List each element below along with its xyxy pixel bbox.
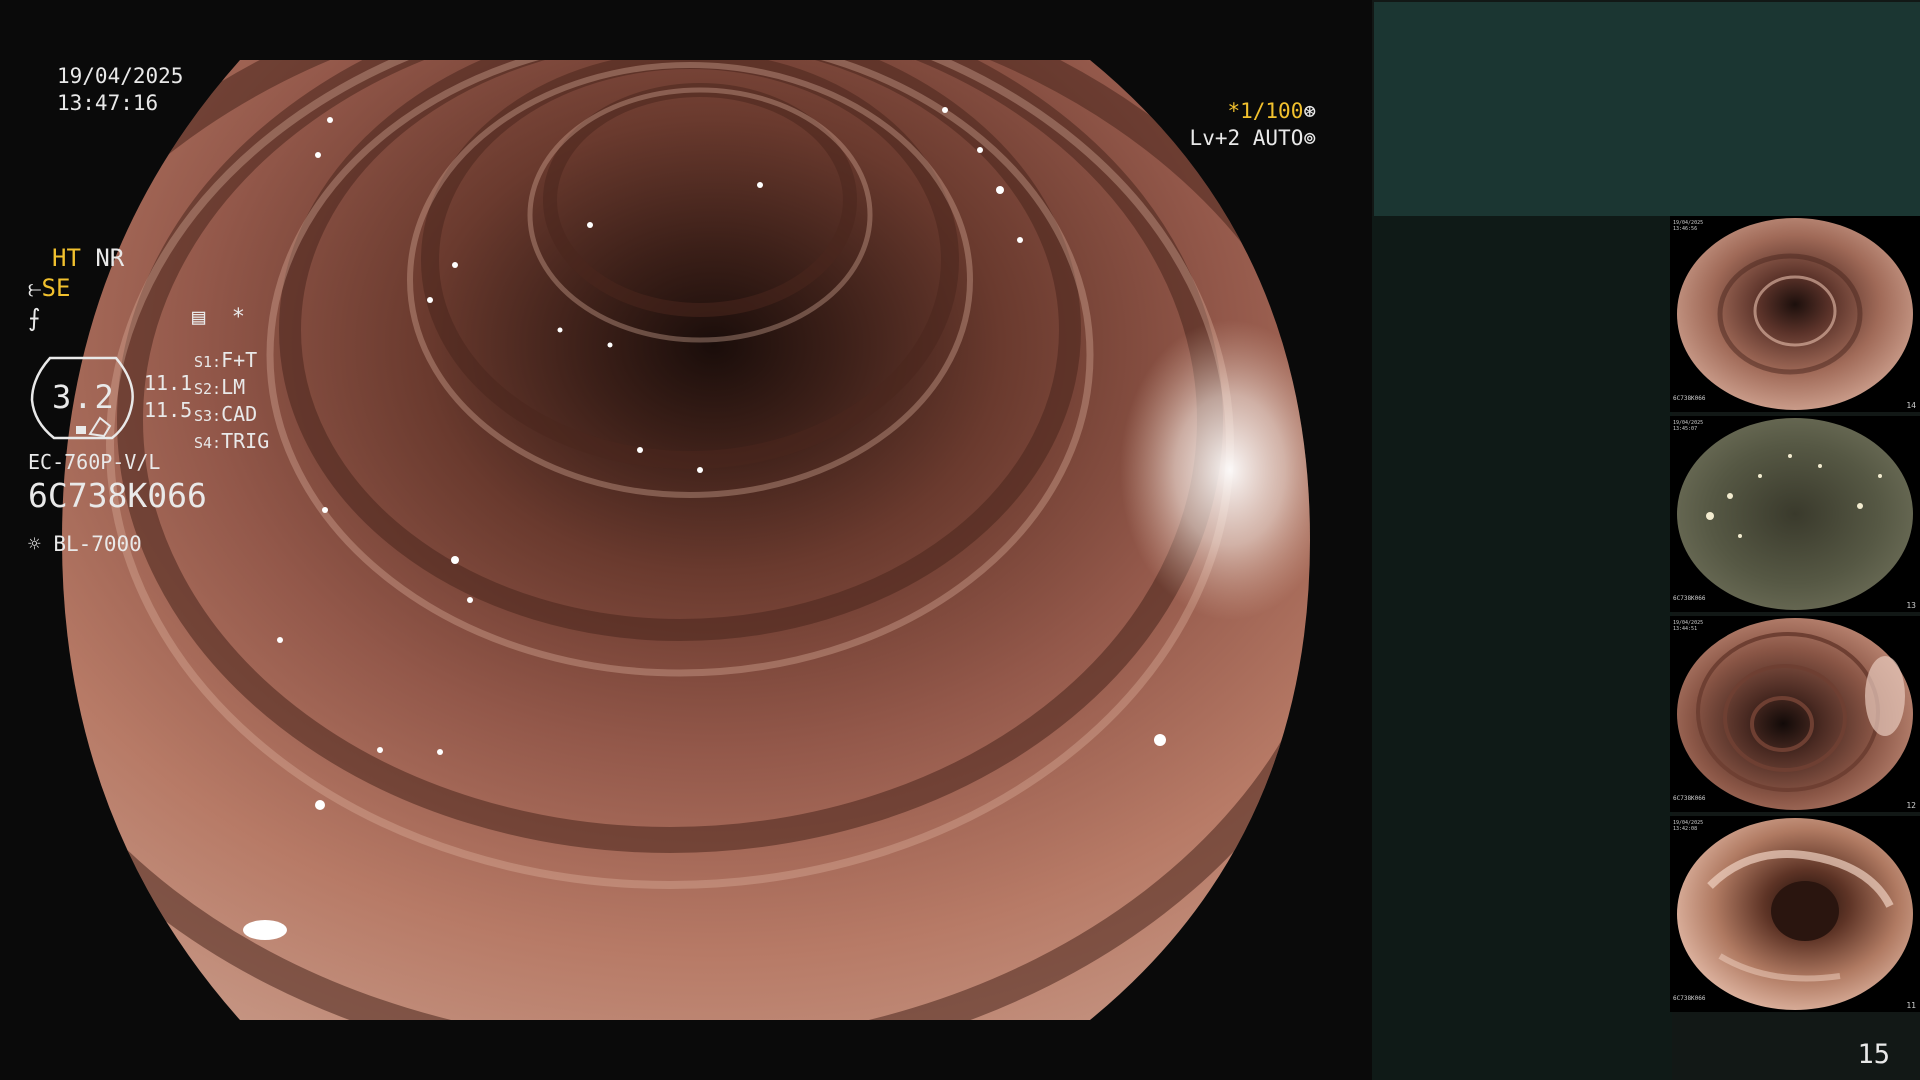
capture-thumbnail[interactable]: 19/04/2025 13:46:56 6C738K066 14 <box>1670 216 1920 412</box>
ht-nr-indicator: HT NR <box>52 244 124 272</box>
thumbnail-timestamp: 19/04/2025 13:46:56 <box>1673 220 1704 232</box>
thumbnail-serial: 6C738K066 <box>1673 395 1706 402</box>
switch-tag: S3: <box>194 407 222 425</box>
endoscopy-screen: 19/04/2025 13:47:16 *1/100⊛ Lv+2 AUTO⊚ H… <box>0 0 1920 1080</box>
switch-value: TRIG <box>221 429 270 453</box>
settings-area <box>1372 216 1672 1080</box>
thumbnail-timestamp: 19/04/2025 13:44:51 <box>1673 620 1704 632</box>
panel-header-area <box>1374 2 1920 216</box>
date-text: 19/04/2025 <box>57 64 184 88</box>
aperture-icon: ⊛ <box>1303 99 1316 123</box>
capture-thumbnail[interactable]: 19/04/2025 13:44:51 6C738K066 12 <box>1670 616 1920 812</box>
capture-thumbnail-strip: 19/04/2025 13:46:56 6C738K066 14 19/04/2… <box>1670 216 1920 1016</box>
switch-tag: S2: <box>194 380 222 398</box>
thumbnail-image <box>1677 218 1913 410</box>
zoom-side-values: 11.1 11.5 <box>144 370 192 424</box>
config-indicators: ▤ * <box>192 304 245 332</box>
zoom-value: 3.2 <box>52 378 116 416</box>
brightness-level: Lv+2 AUTO <box>1189 126 1304 150</box>
iris-icon: ⊚ <box>1303 126 1316 150</box>
date-time-readout: 19/04/2025 13:47:16 <box>57 63 183 117</box>
light-source-model: BL-7000 <box>53 532 142 556</box>
shutter-speed: *1/100 <box>1227 99 1304 123</box>
thumbnail-number: 13 <box>1906 601 1916 610</box>
thumbnail-number: 11 <box>1906 1001 1916 1010</box>
ht-label: HT <box>52 244 81 272</box>
capture-thumbnail[interactable]: 19/04/2025 13:45:07 6C738K066 13 <box>1670 416 1920 612</box>
endoscope-live-view: 19/04/2025 13:47:16 *1/100⊛ Lv+2 AUTO⊚ <box>0 0 1372 1080</box>
scope-serial: 6C738K066 <box>28 476 207 515</box>
se-label: SE <box>41 274 71 302</box>
thumbnail-timestamp: 19/04/2025 13:42:08 <box>1673 820 1704 832</box>
thumbnail-number: 12 <box>1906 801 1916 810</box>
se-indicator: ⥼SE <box>28 274 70 302</box>
side-value-top: 11.1 <box>144 371 193 395</box>
thumbnail-serial: 6C738K066 <box>1673 795 1706 802</box>
enhance-icon: ⥼ <box>28 274 42 302</box>
thumbnail-image <box>1677 418 1913 610</box>
side-value-bottom: 11.5 <box>144 398 193 422</box>
settings-list-icon: ▤ <box>192 305 206 330</box>
page-number: 15 <box>1857 1039 1890 1070</box>
thumbnail-number: 14 <box>1906 401 1916 410</box>
gamma-icon: ⨍ <box>28 304 41 332</box>
switch-value: CAD <box>221 402 258 426</box>
nr-label: NR <box>95 244 125 272</box>
switch-value: F+T <box>221 348 258 372</box>
scope-model: EC-760P-V/L <box>28 450 161 474</box>
light-source: ☼ BL-7000 <box>28 530 142 558</box>
config-star: * <box>231 305 245 330</box>
light-icon: ☼ <box>28 532 41 556</box>
live-endoscopic-image <box>62 60 1310 1020</box>
gamma-indicator: ⨍ <box>28 304 41 332</box>
thumbnail-serial: 6C738K066 <box>1673 995 1706 1002</box>
switch-tag: S4: <box>194 434 222 452</box>
thumbnail-serial: 6C738K066 <box>1673 595 1706 602</box>
thumbnail-image <box>1677 818 1913 1010</box>
switch-value: LM <box>221 375 246 399</box>
capture-thumbnail[interactable]: 19/04/2025 13:42:08 6C738K066 11 <box>1670 816 1920 1012</box>
thumbnail-image <box>1677 618 1913 810</box>
exposure-readout: *1/100⊛ Lv+2 AUTO⊚ <box>1190 98 1316 152</box>
switch-settings-list: S1:F+T S2:LM S3:CAD S4:TRIG <box>194 348 269 456</box>
thumbnail-timestamp: 19/04/2025 13:45:07 <box>1673 420 1704 432</box>
time-text: 13:47:16 <box>57 91 159 115</box>
switch-tag: S1: <box>194 353 222 371</box>
